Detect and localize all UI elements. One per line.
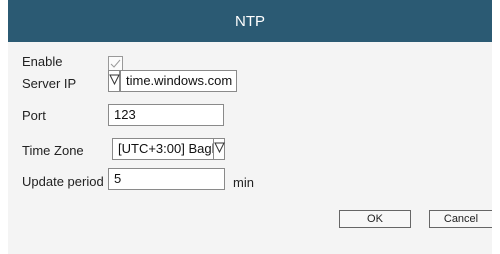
triangle-down-icon [109,74,120,86]
triangle-down-icon [214,142,225,154]
dialog-titlebar: NTP [8,0,492,42]
update-period-label: Update period [22,174,104,189]
dialog-body: Enable Server IP time.windows.com Port 1… [8,42,492,254]
update-period-unit: min [233,175,254,190]
ok-button[interactable]: OK [339,210,411,228]
update-period-input[interactable]: 5 [108,168,225,190]
server-ip-input[interactable]: time.windows.com [120,70,237,92]
cancel-button[interactable]: Cancel [429,210,492,228]
server-ip-dropdown-button[interactable] [108,70,120,92]
check-icon [110,59,121,68]
dialog-title: NTP [235,12,265,30]
port-input[interactable]: 123 [108,104,224,126]
time-zone-label: Time Zone [22,143,84,158]
enable-checkbox[interactable] [108,56,123,71]
enable-label: Enable [22,54,63,69]
server-ip-label: Server IP [22,76,77,91]
time-zone-select[interactable]: [UTC+3:00] Bagh [112,138,214,160]
port-label: Port [22,108,46,123]
time-zone-dropdown-button[interactable] [213,138,225,160]
ntp-dialog: NTP Enable Server IP time.windows.com Po… [8,0,492,254]
